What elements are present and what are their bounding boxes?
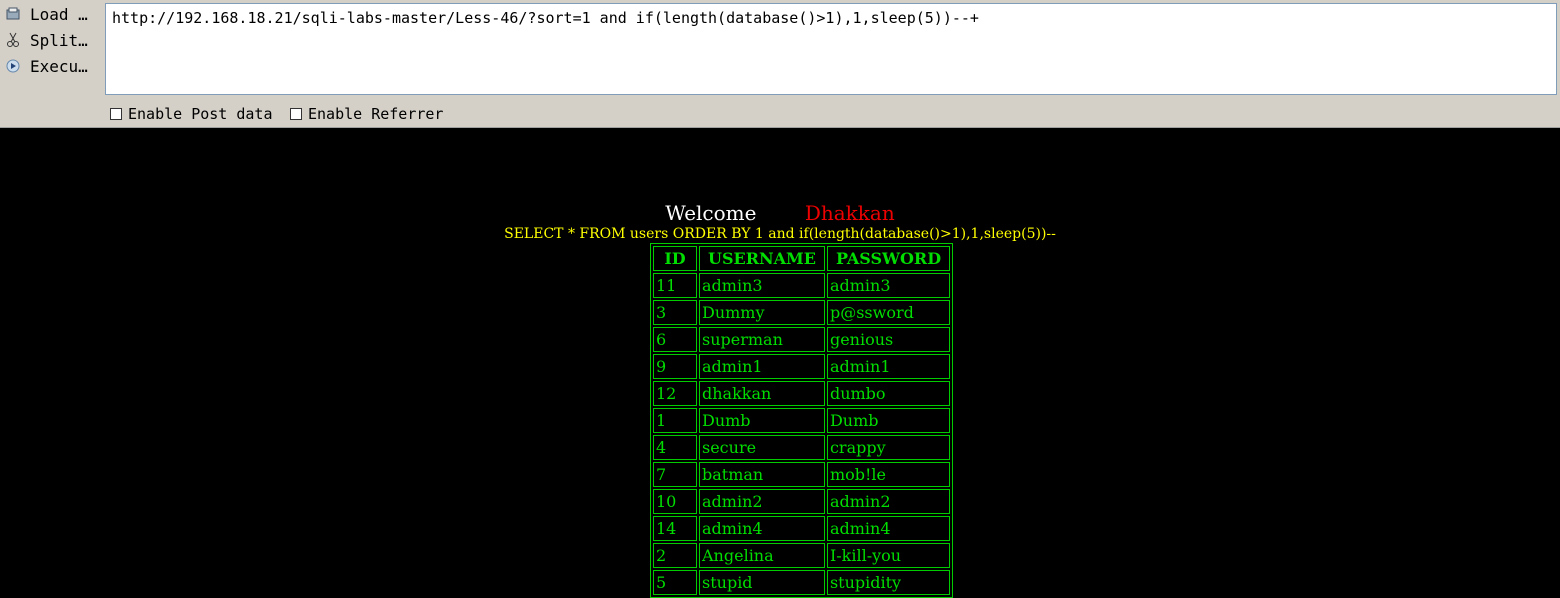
table-row: 14 admin4 admin4 <box>653 516 951 541</box>
enable-post-label: Enable Post data <box>128 105 273 123</box>
user-name: Dhakkan <box>804 201 895 225</box>
cell-password: p@ssword <box>826 300 951 325</box>
scissors-icon <box>4 31 22 49</box>
table-header-row: ID USERNAME PASSWORD <box>653 246 951 271</box>
cell-id: 4 <box>653 435 697 460</box>
execute-button[interactable]: Execu… <box>4 54 100 78</box>
cell-id: 2 <box>653 543 697 568</box>
table-row: 12 dhakkan dumbo <box>653 381 951 406</box>
execute-label: Execu… <box>30 56 88 76</box>
cell-id: 12 <box>653 381 697 406</box>
header-id: ID <box>653 246 697 271</box>
cell-password: mob!le <box>826 462 951 487</box>
cell-username: batman <box>699 462 825 487</box>
split-url-button[interactable]: Split… <box>4 28 100 52</box>
cell-password: Dumb <box>826 408 951 433</box>
cell-password: genious <box>826 327 951 352</box>
header-username: USERNAME <box>699 246 825 271</box>
cell-id: 5 <box>653 570 697 595</box>
cell-username: stupid <box>699 570 825 595</box>
hackbar-toolbar: Load … Split… Execu… http://192.168.18.2… <box>0 0 1560 128</box>
play-icon <box>4 57 22 75</box>
enable-post-checkbox[interactable]: Enable Post data <box>110 105 273 123</box>
table-body: 11 admin3 admin3 3 Dummy p@ssword 6 superman gen… <box>653 273 951 595</box>
cell-password: dumbo <box>826 381 951 406</box>
cell-username: admin3 <box>699 273 825 298</box>
cell-id: 3 <box>653 300 697 325</box>
cell-username: admin4 <box>699 516 825 541</box>
table-row: 4 secure crappy <box>653 435 951 460</box>
cell-username: admin1 <box>699 354 825 379</box>
checkbox-box[interactable] <box>290 108 302 120</box>
cell-password: stupidity <box>826 570 951 595</box>
table-row: 7 batman mob!le <box>653 462 951 487</box>
cell-id: 1 <box>653 408 697 433</box>
cell-username: dhakkan <box>699 381 825 406</box>
enable-referrer-label: Enable Referrer <box>308 105 444 123</box>
welcome-line: Welcome Dhakkan <box>0 201 1560 225</box>
cell-id: 6 <box>653 327 697 352</box>
checkbox-box[interactable] <box>110 108 122 120</box>
table-row: 10 admin2 admin2 <box>653 489 951 514</box>
table-row: 9 admin1 admin1 <box>653 354 951 379</box>
split-label: Split… <box>30 30 88 50</box>
cell-id: 14 <box>653 516 697 541</box>
cell-username: Angelina <box>699 543 825 568</box>
table-row: 2 Angelina I-kill-you <box>653 543 951 568</box>
cell-username: superman <box>699 327 825 352</box>
table-row: 1 Dumb Dumb <box>653 408 951 433</box>
table-row: 3 Dummy p@ssword <box>653 300 951 325</box>
cell-password: I-kill-you <box>826 543 951 568</box>
load-icon <box>4 5 22 23</box>
header-password: PASSWORD <box>826 246 951 271</box>
cell-id: 9 <box>653 354 697 379</box>
cell-password: admin3 <box>826 273 951 298</box>
results-table: ID USERNAME PASSWORD 11 admin3 admin3 3 Dumm… <box>650 243 954 598</box>
load-url-button[interactable]: Load … <box>4 2 100 26</box>
cell-username: secure <box>699 435 825 460</box>
cell-username: admin2 <box>699 489 825 514</box>
table-row: 6 superman genious <box>653 327 951 352</box>
url-textarea[interactable]: http://192.168.18.21/sqli-labs-master/Le… <box>105 3 1557 95</box>
results-table-wrap: ID USERNAME PASSWORD 11 admin3 admin3 3 Dumm… <box>650 243 954 598</box>
cell-password: admin2 <box>826 489 951 514</box>
enable-referrer-checkbox[interactable]: Enable Referrer <box>290 105 443 123</box>
cell-username: Dummy <box>699 300 825 325</box>
cell-id: 10 <box>653 489 697 514</box>
cell-password: admin4 <box>826 516 951 541</box>
load-label: Load … <box>30 4 88 24</box>
table-row: 11 admin3 admin3 <box>653 273 951 298</box>
cell-id: 11 <box>653 273 697 298</box>
table-row: 5 stupid stupidity <box>653 570 951 595</box>
cell-password: admin1 <box>826 354 951 379</box>
sql-query-text: SELECT * FROM users ORDER BY 1 and if(le… <box>504 226 1056 242</box>
cell-id: 7 <box>653 462 697 487</box>
cell-password: crappy <box>826 435 951 460</box>
welcome-text: Welcome <box>665 201 757 225</box>
cell-username: Dumb <box>699 408 825 433</box>
